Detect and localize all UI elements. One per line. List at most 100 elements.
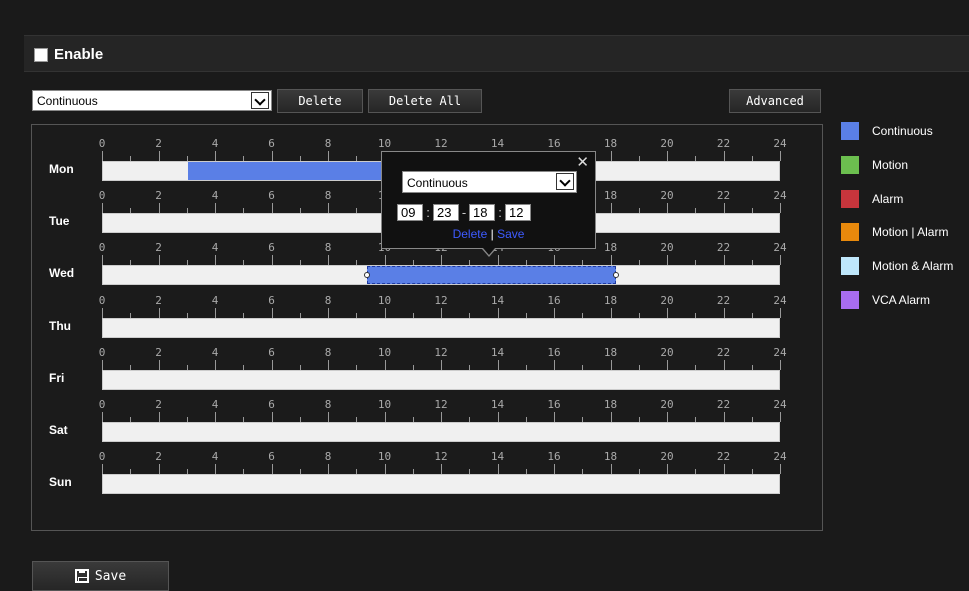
hour-tick [497,307,499,318]
hour-tick-label: 20 [660,189,674,203]
hour-tick-label: 4 [211,345,219,359]
hour-tick-label: 4 [211,241,219,255]
hour-tick [780,203,781,214]
hour-tick [328,151,329,161]
legend-item[interactable]: Continuous [841,120,969,140]
legend-item[interactable]: Motion & Alarm [841,255,969,276]
hour-tick [158,151,160,161]
hour-tick-label: 12 [434,137,448,150]
hour-tick-label: 6 [268,450,275,464]
hour-tick-label: 4 [211,137,219,150]
advanced-button[interactable]: Advanced [729,89,821,113]
segment-start-handle[interactable] [364,272,371,279]
save-button[interactable]: Save [32,561,169,591]
close-icon[interactable]: ✕ [576,153,589,171]
hour-tick-label: 12 [434,345,448,359]
hour-tick [384,359,386,370]
end-minute-input[interactable]: 12 [505,203,531,221]
hour-tick-label: 14 [490,137,505,150]
popup-delete-link[interactable]: Delete [453,227,488,241]
hour-tick-label: 18 [603,345,618,359]
hour-tick [102,464,103,475]
hour-tick [215,151,216,161]
hour-tick [271,255,273,266]
hour-tick-label: 0 [98,241,106,255]
hour-tick [723,307,725,318]
hour-tick-label: 8 [324,189,332,203]
hour-tick-label: 20 [660,450,674,464]
hour-tick [384,307,386,318]
hour-tick [780,359,781,370]
hour-tick [158,412,160,422]
hour-tick [723,412,725,422]
hour-tick [723,464,725,475]
enable-checkbox[interactable] [34,48,48,62]
schedule-type-select[interactable]: Continuous [32,90,272,111]
colon-separator: : [498,204,502,220]
legend-label: VCA Alarm [872,293,931,307]
hour-tick [723,203,725,214]
legend-item[interactable]: Motion | Alarm [841,221,969,242]
hour-tick [497,255,499,266]
hour-tick [158,307,160,318]
chevron-down-icon[interactable] [556,173,574,190]
popup-type-value: Continuous [407,176,468,190]
legend-item[interactable]: Motion [841,154,969,174]
hour-tick-label: 22 [716,137,731,150]
end-hour-input[interactable]: 18 [469,203,495,221]
hour-tick [667,203,668,214]
hour-tick [610,359,612,370]
legend-item[interactable]: Alarm [841,188,969,208]
hour-tick-label: 20 [660,293,674,307]
hour-tick [554,464,555,475]
legend-label: Alarm [872,191,904,206]
hour-tick-label: 8 [324,241,332,255]
delete-all-button[interactable]: Delete All [368,89,482,113]
popup-save-link[interactable]: Save [497,227,524,241]
segment-end-handle[interactable] [612,272,619,279]
legend-item[interactable]: VCA Alarm [841,289,969,309]
hour-tick-label: 24 [773,450,787,464]
hour-tick [780,151,781,161]
hour-tick-label: 16 [547,398,561,411]
segment-edit-popup: ✕ Continuous 09 : 23 - 18 : 12 Delete | … [381,151,596,249]
delete-button[interactable]: Delete [277,89,363,113]
dash-separator: - [461,204,467,220]
hour-tick-label: 20 [660,137,674,150]
hour-tick [441,412,442,422]
hour-tick-label: 10 [377,398,392,411]
start-hour-input[interactable]: 09 [397,203,423,221]
day-label: Mon [49,162,74,176]
day-track[interactable] [102,474,780,495]
hour-tick [328,464,329,475]
day-label: Sun [49,475,72,490]
hour-tick [102,255,103,266]
hour-tick-label: 22 [716,345,731,359]
hour-tick [610,464,612,475]
day-row-sun: Sun 0 2 4 6 8 10 12 14 16 18 20 22 24 [32,436,824,495]
hour-tick [667,464,668,475]
hour-tick [102,307,103,318]
hour-tick [158,359,160,370]
hour-tick-label: 12 [434,398,448,411]
hour-tick [102,203,103,214]
start-minute-input[interactable]: 23 [433,203,459,221]
hour-tick-label: 24 [773,345,787,359]
hour-tick-label: 2 [155,293,162,307]
hour-tick-label: 8 [324,137,332,150]
hour-tick-label: 18 [603,293,618,307]
hour-tick [667,255,668,266]
hour-tick-label: 4 [211,189,219,203]
hour-tick [667,151,668,161]
hour-tick [271,203,273,214]
legend-swatch [841,189,859,208]
popup-type-select[interactable]: Continuous [402,171,577,193]
hour-tick-label: 8 [324,450,332,464]
hour-tick-label: 16 [547,345,561,359]
hour-tick-label: 2 [155,398,162,411]
hour-tick-label: 16 [547,137,561,150]
enable-bar: Enable [24,35,969,72]
hour-tick-label: 24 [773,398,787,411]
day-label: Tue [49,214,70,229]
chevron-down-icon[interactable] [251,92,269,109]
